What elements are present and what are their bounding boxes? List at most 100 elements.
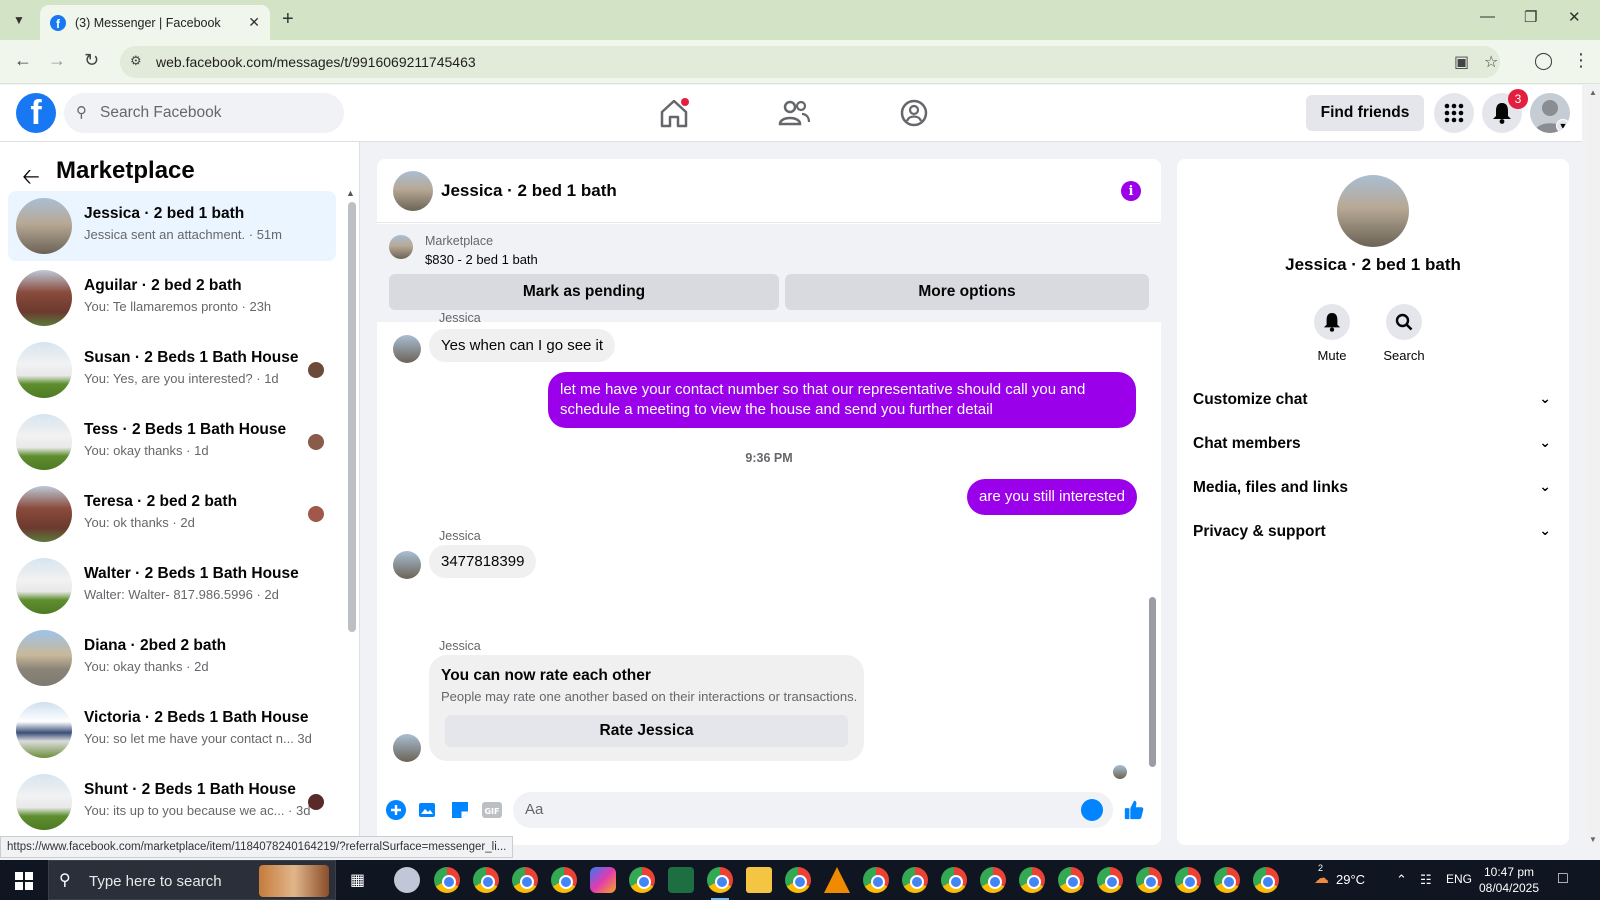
install-app-icon[interactable]: ▣ [1454, 52, 1469, 72]
taskbar-clock[interactable]: 10:47 pm 08/04/2025 [1473, 864, 1545, 896]
chat-members-row[interactable]: Chat members ⌄ [1193, 425, 1553, 465]
emoji-icon[interactable] [1081, 799, 1103, 821]
close-tab-icon[interactable]: ✕ [248, 14, 260, 31]
conversation-item[interactable]: Susan · 2 Beds 1 Bath House You: Yes, ar… [8, 335, 336, 405]
scroll-down-arrow[interactable]: ▼ [1589, 835, 1597, 844]
participant-avatar [308, 434, 324, 450]
chrome-icon[interactable] [1253, 867, 1279, 893]
task-view-icon[interactable]: ▦ [350, 870, 365, 890]
rate-jessica-button[interactable]: Rate Jessica [445, 715, 848, 747]
scroll-up-arrow[interactable]: ▲ [346, 188, 355, 198]
close-window-icon[interactable]: ✕ [1568, 8, 1581, 26]
conversation-item[interactable]: Walter · 2 Beds 1 Bath House Walter: Wal… [8, 551, 336, 621]
app-icon[interactable] [394, 867, 420, 893]
find-friends-button[interactable]: Find friends [1306, 95, 1424, 131]
chrome-icon[interactable] [1136, 867, 1162, 893]
chrome-icon[interactable] [551, 867, 577, 893]
gif-icon[interactable]: GIF [481, 799, 503, 821]
page-scrollbar[interactable]: ▲ ▼ [1586, 86, 1600, 846]
seen-avatar [1113, 765, 1127, 779]
media-files-links-row[interactable]: Media, files and links ⌄ [1193, 469, 1553, 509]
sidebar-scrollbar[interactable] [348, 202, 356, 632]
chat-title[interactable]: Jessica · 2 bed 1 bath [441, 181, 617, 201]
url-text[interactable]: web.facebook.com/messages/t/991606921174… [156, 54, 476, 70]
bookmark-star-icon[interactable]: ☆ [1484, 52, 1498, 72]
like-thumb-icon[interactable] [1123, 799, 1145, 821]
menu-grid-icon[interactable] [1434, 93, 1474, 133]
forward-icon[interactable]: → [48, 50, 66, 71]
info-icon[interactable]: i [1121, 181, 1141, 201]
new-tab-icon[interactable]: + [282, 8, 294, 31]
privacy-support-row[interactable]: Privacy & support ⌄ [1193, 513, 1553, 553]
chrome-icon[interactable] [1097, 867, 1123, 893]
taskbar-search[interactable]: ⚲ Type here to search [48, 860, 336, 900]
message-input[interactable]: Aa [513, 792, 1113, 828]
site-info-icon[interactable]: ⚙ [130, 53, 142, 69]
chrome-icon[interactable] [512, 867, 538, 893]
windows-start-icon[interactable] [15, 872, 33, 890]
reload-icon[interactable]: ↻ [84, 50, 99, 71]
browser-tab[interactable]: f (3) Messenger | Facebook ✕ [40, 5, 270, 40]
temperature[interactable]: 29°C [1336, 872, 1365, 887]
customize-chat-row[interactable]: Customize chat ⌄ [1193, 381, 1553, 421]
incoming-message: Yes when can I go see it [429, 329, 616, 362]
omnibox[interactable]: ⚙ web.facebook.com/messages/t/9916069211… [120, 46, 1500, 78]
file-explorer-icon[interactable] [746, 867, 772, 893]
groups-icon[interactable] [896, 95, 932, 131]
chat-header: Jessica · 2 bed 1 bath i [377, 159, 1161, 223]
message-timestamp: 9:36 PM [745, 451, 793, 465]
conversation-item[interactable]: Aguilar · 2 bed 2 bath You: Te llamaremo… [8, 263, 336, 333]
chrome-icon[interactable] [1175, 867, 1201, 893]
restore-icon[interactable]: ❐ [1524, 8, 1537, 26]
conversation-item[interactable]: Shunt · 2 Beds 1 Bath House You: its up … [8, 767, 336, 837]
menu-dots-icon[interactable]: ⋮ [1572, 50, 1590, 71]
vlc-icon[interactable] [824, 867, 850, 893]
conversation-item[interactable]: Diana · 2bed 2 bath You: okay thanks · 2… [8, 623, 336, 693]
back-icon[interactable]: ← [14, 50, 32, 71]
more-options-button[interactable]: More options [785, 274, 1149, 310]
tray-chevron-up-icon[interactable]: ⌃ [1396, 872, 1407, 888]
chrome-icon[interactable] [629, 867, 655, 893]
chat-scrollbar[interactable] [1149, 597, 1156, 767]
chrome-icon[interactable] [1214, 867, 1240, 893]
scroll-up-arrow[interactable]: ▲ [1589, 88, 1597, 97]
chrome-icon[interactable] [863, 867, 889, 893]
friends-icon[interactable] [776, 95, 812, 131]
facebook-logo[interactable]: f [16, 93, 56, 133]
sticker-icon[interactable] [449, 799, 471, 821]
chrome-icon[interactable] [707, 867, 733, 900]
chat-avatar[interactable] [393, 171, 433, 211]
excel-icon[interactable] [668, 867, 694, 893]
conversation-item[interactable]: Tess · 2 Beds 1 Bath House You: okay tha… [8, 407, 336, 477]
conversation-snippet: You: Yes, are you interested? · 1d [84, 371, 279, 386]
chrome-icon[interactable] [434, 867, 460, 893]
conversation-item[interactable]: Teresa · 2 bed 2 bath You: ok thanks · 2… [8, 479, 336, 549]
photo-icon[interactable] [417, 799, 439, 821]
search-action[interactable]: Search [1374, 304, 1434, 363]
mark-as-pending-button[interactable]: Mark as pending [389, 274, 779, 310]
chrome-icon[interactable] [1019, 867, 1045, 893]
copilot-icon[interactable] [590, 867, 616, 893]
tab-search-dropdown[interactable]: ▼ [6, 8, 32, 32]
listing-thumbnail[interactable] [389, 235, 413, 259]
language-indicator[interactable]: ENG [1446, 872, 1472, 886]
notification-center-icon[interactable]: □ [1558, 870, 1568, 888]
chrome-icon[interactable] [941, 867, 967, 893]
account-avatar[interactable]: ▼ [1530, 93, 1570, 133]
facebook-search[interactable]: ⚲ Search Facebook [64, 93, 344, 133]
conversation-name: Teresa · 2 bed 2 bath [84, 493, 238, 510]
chrome-icon[interactable] [473, 867, 499, 893]
listing-price[interactable]: $830 - 2 bed 1 bath [425, 252, 538, 267]
chat-panel: Jessica · 2 bed 1 bath i Marketplace $83… [377, 159, 1161, 845]
chrome-icon[interactable] [785, 867, 811, 893]
chrome-icon[interactable] [902, 867, 928, 893]
chrome-icon[interactable] [980, 867, 1006, 893]
wifi-icon[interactable]: ☷ [1420, 872, 1432, 888]
chrome-icon[interactable] [1058, 867, 1084, 893]
conversation-item[interactable]: Jessica · 2 bed 1 bath Jessica sent an a… [8, 191, 336, 261]
profile-icon[interactable]: ◯ [1534, 51, 1553, 71]
add-attachment-icon[interactable] [385, 799, 407, 821]
conversation-item[interactable]: Victoria · 2 Beds 1 Bath House You: so l… [8, 695, 336, 765]
minimize-icon[interactable]: — [1480, 8, 1495, 25]
mute-action[interactable]: Mute [1302, 304, 1362, 363]
